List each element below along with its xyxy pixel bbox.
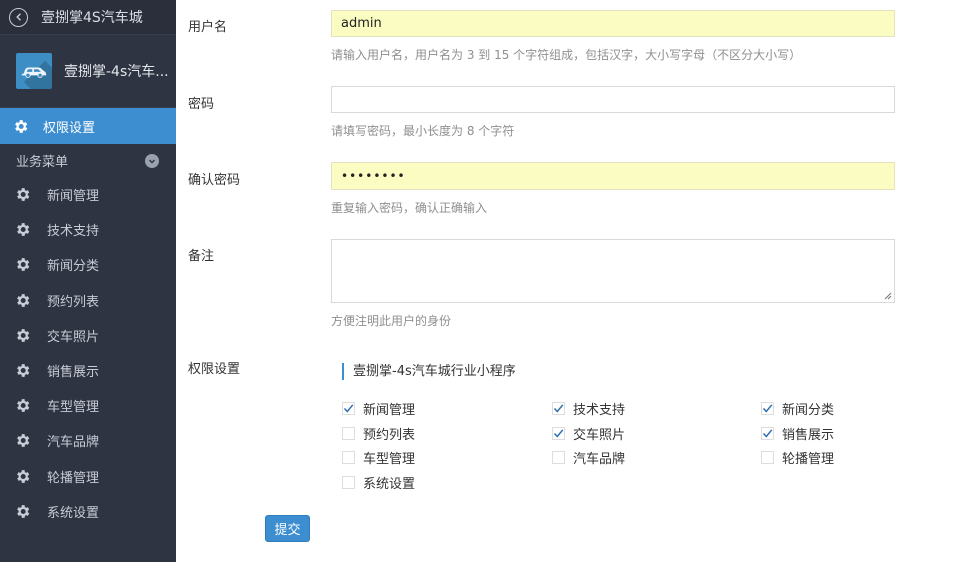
gear-icon bbox=[17, 293, 30, 307]
checkbox-box[interactable] bbox=[552, 451, 565, 464]
gear-icon bbox=[17, 223, 30, 237]
sidebar-item-label: 汽车品牌 bbox=[47, 435, 100, 451]
sidebar-item-label: 销售展示 bbox=[47, 365, 100, 381]
sidebar-item[interactable]: 汽车品牌 bbox=[0, 423, 176, 458]
permission-checkbox[interactable]: 系统设置 bbox=[342, 473, 415, 492]
checkbox-box[interactable] bbox=[761, 427, 774, 440]
checkbox-label: 技术支持 bbox=[573, 403, 626, 418]
checkbox-label: 交车照片 bbox=[573, 428, 626, 443]
password-label: 密码 bbox=[188, 97, 215, 112]
sidebar-item[interactable]: 技术支持 bbox=[0, 212, 176, 247]
checkbox-box[interactable] bbox=[342, 427, 355, 440]
permission-checkbox[interactable]: 预约列表 bbox=[342, 424, 415, 443]
gear-icon bbox=[17, 328, 30, 342]
sidebar-item[interactable]: 销售展示 bbox=[0, 353, 176, 388]
confirm-password-hint: 重复输入密码，确认正确输入 bbox=[331, 201, 488, 215]
gear-icon bbox=[17, 258, 30, 272]
permission-checkbox[interactable]: 新闻管理 bbox=[342, 399, 415, 418]
sidebar-item[interactable]: 轮播管理 bbox=[0, 459, 176, 494]
app-title: 壹捌掌4S汽车城 bbox=[41, 10, 143, 26]
username-input[interactable] bbox=[331, 10, 895, 37]
back-arrow-icon[interactable] bbox=[9, 7, 28, 27]
permission-checkbox[interactable]: 车型管理 bbox=[342, 448, 415, 467]
checkmark-icon bbox=[762, 429, 773, 438]
checkbox-box[interactable] bbox=[761, 451, 774, 464]
permission-checkbox[interactable]: 轮播管理 bbox=[761, 448, 834, 467]
sidebar-item[interactable]: 新闻管理 bbox=[0, 177, 176, 212]
checkbox-label: 销售展示 bbox=[782, 428, 835, 443]
permission-checkbox[interactable]: 新闻分类 bbox=[761, 399, 834, 418]
checkbox-box[interactable] bbox=[761, 402, 774, 415]
resize-handle-icon[interactable] bbox=[884, 292, 892, 300]
sidebar-header: 壹捌掌4S汽车城 bbox=[0, 0, 176, 35]
car-avatar-icon bbox=[16, 53, 52, 89]
checkbox-label: 系统设置 bbox=[363, 477, 416, 492]
sidebar-item[interactable]: 预约列表 bbox=[0, 283, 176, 318]
sidebar-item[interactable]: 车型管理 bbox=[0, 388, 176, 423]
checkbox-box[interactable] bbox=[552, 402, 565, 415]
checkmark-icon bbox=[343, 404, 354, 413]
remark-label: 备注 bbox=[188, 249, 215, 264]
checkbox-label: 轮播管理 bbox=[782, 452, 835, 467]
sidebar-item-label: 技术支持 bbox=[47, 224, 100, 240]
checkbox-label: 预约列表 bbox=[363, 428, 416, 443]
remark-textarea[interactable] bbox=[331, 239, 895, 303]
checkbox-box[interactable] bbox=[342, 402, 355, 415]
checkbox-label: 新闻分类 bbox=[782, 403, 835, 418]
remark-hint: 方便注明此用户的身份 bbox=[331, 314, 452, 328]
checkbox-label: 车型管理 bbox=[363, 452, 416, 467]
permission-group-title: 壹捌掌-4s汽车城行业小程序 bbox=[342, 363, 516, 380]
checkbox-label: 新闻管理 bbox=[363, 403, 416, 418]
sidebar-item[interactable]: 新闻分类 bbox=[0, 247, 176, 282]
chevron-down-icon[interactable] bbox=[145, 153, 159, 168]
gear-icon bbox=[17, 504, 30, 518]
sidebar-item-permissions[interactable]: 权限设置 bbox=[0, 108, 176, 144]
profile-name: 壹捌掌-4s汽车... bbox=[64, 64, 169, 80]
password-input[interactable] bbox=[331, 86, 895, 113]
checkmark-icon bbox=[553, 404, 564, 413]
gear-icon bbox=[15, 119, 28, 133]
sidebar-item-label: 新闻管理 bbox=[47, 189, 100, 205]
sidebar-item-label: 新闻分类 bbox=[47, 259, 100, 275]
confirm-password-label: 确认密码 bbox=[188, 173, 241, 188]
permission-checkbox[interactable]: 销售展示 bbox=[761, 424, 834, 443]
sidebar-item-label: 预约列表 bbox=[47, 294, 100, 310]
checkbox-box[interactable] bbox=[342, 476, 355, 489]
user-form: 用户名 请输入用户名，用户名为 3 到 15 个字符组成，包括汉字，大小写字母（… bbox=[176, 0, 960, 562]
checkbox-box[interactable] bbox=[342, 451, 355, 464]
gear-icon bbox=[17, 469, 30, 483]
sidebar-item-label: 车型管理 bbox=[47, 400, 100, 416]
sidebar-item-label: 交车照片 bbox=[47, 329, 100, 345]
gear-icon bbox=[17, 399, 30, 413]
checkbox-box[interactable] bbox=[552, 427, 565, 440]
sidebar-menu: 新闻管理技术支持新闻分类预约列表交车照片销售展示车型管理汽车品牌轮播管理系统设置 bbox=[0, 177, 176, 529]
confirm-password-input[interactable]: •••••••• bbox=[331, 162, 895, 190]
sidebar-item-label: 权限设置 bbox=[43, 120, 96, 136]
permission-checkbox[interactable]: 交车照片 bbox=[552, 424, 625, 443]
checkmark-icon bbox=[553, 429, 564, 438]
checkbox-label: 汽车品牌 bbox=[573, 452, 626, 467]
permissions-label: 权限设置 bbox=[188, 362, 241, 377]
sidebar-section-business[interactable]: 业务菜单 bbox=[0, 144, 176, 177]
submit-button[interactable]: 提交 bbox=[265, 515, 310, 542]
password-hint: 请填写密码，最小长度为 8 个字符 bbox=[331, 124, 515, 138]
gear-icon bbox=[17, 188, 30, 201]
gear-icon bbox=[17, 434, 30, 448]
sidebar-item[interactable]: 系统设置 bbox=[0, 494, 176, 529]
username-hint: 请输入用户名，用户名为 3 到 15 个字符组成，包括汉字，大小写字母（不区分大… bbox=[331, 48, 802, 62]
sidebar: 壹捌掌4S汽车城 壹捌掌-4s汽车... 权限设置 业务菜单 新闻管理 技术支持新… bbox=[0, 0, 176, 562]
section-title: 业务菜单 bbox=[16, 155, 69, 170]
sidebar-profile[interactable]: 壹捌掌-4s汽车... bbox=[0, 35, 176, 108]
username-label: 用户名 bbox=[188, 20, 228, 35]
sidebar-item[interactable]: 交车照片 bbox=[0, 318, 176, 353]
permission-checkbox[interactable]: 汽车品牌 bbox=[552, 448, 625, 467]
sidebar-item-label: 系统设置 bbox=[47, 505, 100, 521]
gear-icon bbox=[17, 364, 30, 377]
permission-checkbox[interactable]: 技术支持 bbox=[552, 399, 625, 418]
checkmark-icon bbox=[762, 404, 773, 413]
sidebar-item-label: 轮播管理 bbox=[47, 470, 100, 486]
